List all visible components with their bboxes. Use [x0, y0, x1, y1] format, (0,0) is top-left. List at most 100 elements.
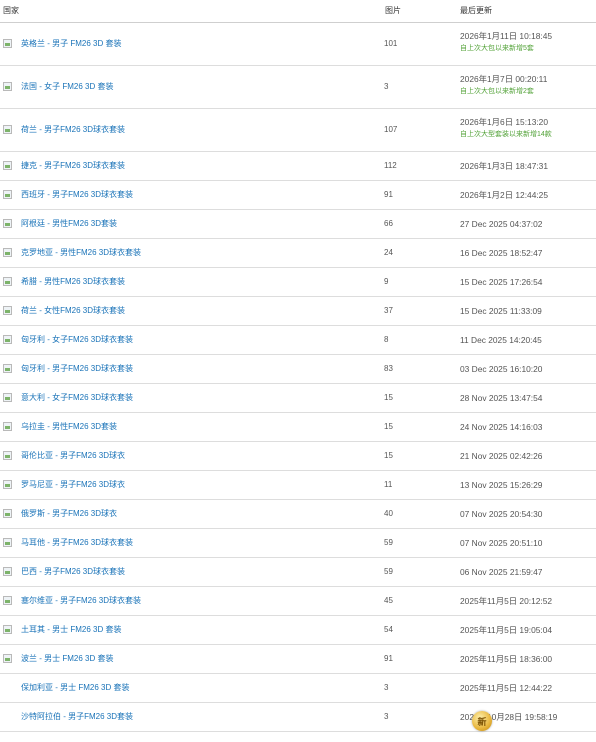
kit-name-link[interactable]: 匈牙利 - 男子FM26 3D球衣套装 — [21, 364, 133, 374]
table-row: 波兰 - 男士 FM26 3D 套装 91 2025年11月5日 18:36:00 — [0, 645, 596, 674]
kit-thumbnail-icon[interactable] — [3, 306, 12, 315]
table-row: 罗马尼亚 - 男子FM26 3D球衣 11 13 Nov 2025 15:26:29 — [0, 471, 596, 500]
kit-thumbnail-icon[interactable] — [3, 567, 12, 576]
table-row: 阿根廷 - 男性FM26 3D套装 66 27 Dec 2025 04:37:02 — [0, 210, 596, 239]
kit-name-link[interactable]: 阿根廷 - 男性FM26 3D套装 — [21, 219, 117, 229]
image-count: 24 — [384, 248, 393, 257]
column-header-images[interactable]: 图片 — [385, 5, 401, 16]
table-header: 国家 图片 最后更新 — [0, 0, 596, 23]
kit-thumbnail-icon[interactable] — [3, 451, 12, 460]
kit-name-link[interactable]: 捷克 - 男子FM26 3D球衣套装 — [21, 161, 125, 171]
kit-thumbnail-icon[interactable] — [3, 625, 12, 634]
update-note: 自上次大型套装以来新增14款 — [460, 131, 552, 138]
table-row: 乌拉圭 - 男性FM26 3D套装 15 24 Nov 2025 14:16:03 — [0, 413, 596, 442]
kit-thumbnail-icon[interactable] — [3, 125, 12, 134]
table-row: 马耳他 - 男子FM26 3D球衣套装 59 07 Nov 2025 20:51:1… — [0, 529, 596, 558]
image-count: 112 — [384, 161, 397, 170]
table-row: 法国 - 女子 FM26 3D 套装 3 2026年1月7日 00:20:11 自上次… — [0, 66, 596, 109]
table-row: 荷兰 - 男子FM26 3D球衣套装 107 2026年1月6日 15:13:20 自… — [0, 109, 596, 152]
last-updated: 27 Dec 2025 04:37:02 — [460, 219, 543, 229]
coin-badge-icon[interactable]: 新 — [472, 711, 492, 731]
kit-name-link[interactable]: 沙特阿拉伯 - 男子FM26 3D套装 — [21, 712, 133, 722]
last-updated: 2026年1月11日 10:18:45 — [460, 31, 553, 41]
last-updated: 2025年11月5日 12:44:22 — [460, 683, 553, 693]
column-header-country[interactable]: 国家 — [3, 5, 19, 16]
kit-name-link[interactable]: 意大利 - 女子FM26 3D球衣套装 — [21, 393, 133, 403]
kit-name-link[interactable]: 土耳其 - 男士 FM26 3D 套装 — [21, 625, 121, 635]
kit-name-link[interactable]: 克罗地亚 - 男性FM26 3D球衣套装 — [21, 248, 141, 258]
image-count: 59 — [384, 567, 393, 576]
table-row: 意大利 - 女子FM26 3D球衣套装 15 28 Nov 2025 13:47:5… — [0, 384, 596, 413]
last-updated: 2026年1月2日 12:44:25 — [460, 190, 548, 200]
image-count: 59 — [384, 538, 393, 547]
last-updated: 03 Dec 2025 16:10:20 — [460, 364, 543, 374]
kit-thumbnail-icon[interactable] — [3, 39, 12, 48]
kit-name-link[interactable]: 巴西 - 男子FM26 3D球衣套装 — [21, 567, 125, 577]
table-row: 匈牙利 - 男子FM26 3D球衣套装 83 03 Dec 2025 16:10:2… — [0, 355, 596, 384]
last-updated: 06 Nov 2025 21:59:47 — [460, 567, 543, 577]
kit-name-link[interactable]: 保加利亚 - 男士 FM26 3D 套装 — [21, 683, 129, 693]
image-count: 9 — [384, 277, 389, 286]
image-count: 15 — [384, 393, 393, 402]
image-count: 83 — [384, 364, 393, 373]
last-updated: 2025年11月5日 19:05:04 — [460, 625, 553, 635]
kit-name-link[interactable]: 乌拉圭 - 男性FM26 3D套装 — [21, 422, 117, 432]
kit-thumbnail-icon[interactable] — [3, 509, 12, 518]
kit-name-link[interactable]: 俄罗斯 - 男子FM26 3D球衣 — [21, 509, 117, 519]
table-row: 塞尔维亚 - 男子FM26 3D球衣套装 45 2025年11月5日 20:12:5… — [0, 587, 596, 616]
last-updated: 21 Nov 2025 02:42:26 — [460, 451, 543, 461]
image-count: 3 — [384, 712, 389, 721]
image-count: 101 — [384, 39, 398, 48]
kit-name-link[interactable]: 西班牙 - 男子FM26 3D球衣套装 — [21, 190, 133, 200]
image-count: 3 — [384, 683, 389, 692]
kit-name-link[interactable]: 荷兰 - 男子FM26 3D球衣套装 — [21, 125, 125, 135]
kit-name-link[interactable]: 荷兰 - 女性FM26 3D球衣套装 — [21, 306, 125, 316]
kit-name-link[interactable]: 希腊 - 男性FM26 3D球衣套装 — [21, 277, 125, 287]
image-count: 8 — [384, 335, 389, 344]
kit-name-link[interactable]: 法国 - 女子 FM26 3D 套装 — [21, 82, 113, 92]
table-row: 保加利亚 - 男士 FM26 3D 套装 3 2025年11月5日 12:44:22 — [0, 674, 596, 703]
kit-name-link[interactable]: 匈牙利 - 女子FM26 3D球衣套装 — [21, 335, 133, 345]
kit-name-link[interactable]: 马耳他 - 男子FM26 3D球衣套装 — [21, 538, 133, 548]
image-count: 11 — [384, 480, 393, 489]
image-count: 3 — [384, 82, 389, 91]
image-count: 107 — [384, 125, 398, 134]
badge-label: 新 — [477, 717, 487, 727]
kit-name-link[interactable]: 罗马尼亚 - 男子FM26 3D球衣 — [21, 480, 125, 490]
table-row: 捷克 - 男子FM26 3D球衣套装 112 2026年1月3日 18:47:31 — [0, 152, 596, 181]
image-count: 66 — [384, 219, 393, 228]
kit-thumbnail-icon[interactable] — [3, 190, 12, 199]
image-count: 15 — [384, 422, 393, 431]
last-updated: 2025年11月5日 18:36:00 — [460, 654, 553, 664]
last-updated: 07 Nov 2025 20:51:10 — [460, 538, 543, 548]
image-count: 37 — [384, 306, 393, 315]
last-updated: 2025年11月5日 20:12:52 — [460, 596, 553, 606]
table-row: 西班牙 - 男子FM26 3D球衣套装 91 2026年1月2日 12:44:25 — [0, 181, 596, 210]
kit-list: 英格兰 - 男子 FM26 3D 套装 101 2026年1月11日 10:18:4… — [0, 23, 596, 732]
kit-thumbnail-icon[interactable] — [3, 538, 12, 547]
kit-thumbnail-icon[interactable] — [3, 248, 12, 257]
kit-name-link[interactable]: 塞尔维亚 - 男子FM26 3D球衣套装 — [21, 596, 141, 606]
last-updated: 16 Dec 2025 18:52:47 — [460, 248, 543, 258]
kit-thumbnail-icon[interactable] — [3, 277, 12, 286]
kit-thumbnail-icon[interactable] — [3, 654, 12, 663]
column-header-updated[interactable]: 最后更新 — [460, 5, 492, 16]
kit-thumbnail-icon[interactable] — [3, 480, 12, 489]
last-updated: 07 Nov 2025 20:54:30 — [460, 509, 543, 519]
kit-name-link[interactable]: 哥伦比亚 - 男子FM26 3D球衣 — [21, 451, 125, 461]
kit-thumbnail-icon[interactable] — [3, 393, 12, 402]
kit-thumbnail-icon[interactable] — [3, 364, 12, 373]
last-updated: 2026年1月7日 00:20:11 — [460, 74, 548, 84]
image-count: 91 — [384, 654, 393, 663]
kit-name-link[interactable]: 波兰 - 男士 FM26 3D 套装 — [21, 654, 113, 664]
kit-thumbnail-icon[interactable] — [3, 596, 12, 605]
kit-name-link[interactable]: 英格兰 - 男子 FM26 3D 套装 — [21, 39, 121, 49]
table-row: 英格兰 - 男子 FM26 3D 套装 101 2026年1月11日 10:18:4… — [0, 23, 596, 66]
last-updated: 24 Nov 2025 14:16:03 — [460, 422, 543, 432]
kit-thumbnail-icon[interactable] — [3, 219, 12, 228]
kit-thumbnail-icon[interactable] — [3, 82, 12, 91]
last-updated: 13 Nov 2025 15:26:29 — [460, 480, 543, 490]
kit-thumbnail-icon[interactable] — [3, 161, 12, 170]
kit-thumbnail-icon[interactable] — [3, 422, 12, 431]
kit-thumbnail-icon[interactable] — [3, 335, 12, 344]
